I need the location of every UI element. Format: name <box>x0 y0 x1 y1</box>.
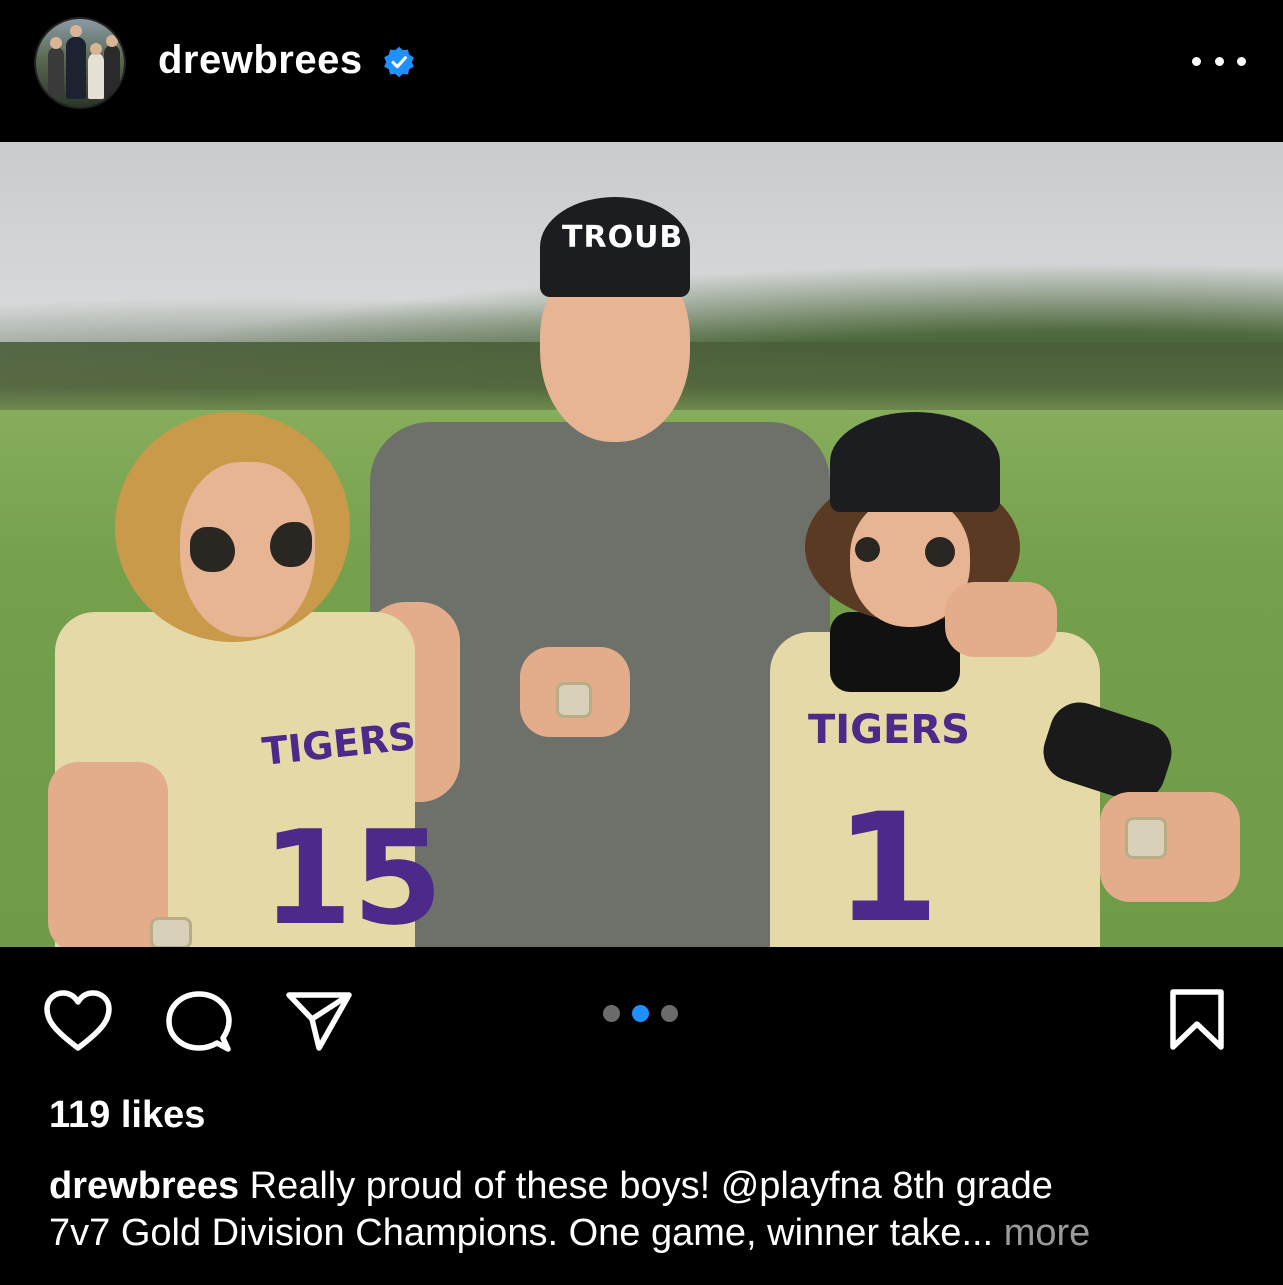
heart-icon[interactable] <box>43 990 113 1052</box>
avatar-figure <box>104 45 120 99</box>
caption-text-line2: 7v7 Gold Division Champions. One game, w… <box>49 1212 994 1254</box>
avatar-figure-head <box>50 37 62 49</box>
comment-bubble-icon[interactable] <box>165 990 233 1054</box>
right-jersey-text: TIGERS <box>808 707 970 753</box>
caption-more-link[interactable]: more <box>1004 1212 1091 1254</box>
profile-avatar[interactable] <box>34 17 126 109</box>
more-options-icon[interactable] <box>1192 52 1246 70</box>
avatar-figure <box>66 37 86 99</box>
paper-plane-icon[interactable] <box>285 990 353 1052</box>
carousel-dot <box>661 1005 678 1022</box>
post-photo[interactable]: TROUB TIGERS 15 TIGERS 1 <box>0 142 1283 947</box>
avatar-figure-head <box>90 43 102 55</box>
avatar-figure <box>48 47 64 97</box>
bookmark-icon[interactable] <box>1168 988 1226 1052</box>
cap-text: TROUB <box>562 220 684 255</box>
caption-username[interactable]: drewbrees <box>49 1165 239 1207</box>
verified-badge-icon <box>384 46 414 78</box>
post-header: drewbrees <box>0 0 1283 140</box>
left-jersey-number: 15 <box>262 802 443 947</box>
likes-count[interactable]: 119 likes <box>49 1094 205 1137</box>
post-caption: drewbrees Really proud of these boys! @p… <box>49 1163 1249 1257</box>
championship-ring <box>150 917 192 947</box>
carousel-dot <box>603 1005 620 1022</box>
carousel-dot-active <box>632 1005 649 1022</box>
carousel-indicator <box>603 1005 678 1022</box>
avatar-figure <box>88 53 104 99</box>
avatar-figure-head <box>70 25 82 37</box>
avatar-figure-head <box>106 35 118 47</box>
championship-ring <box>1125 817 1167 859</box>
caption-text-line1: Really proud of these boys! @playfna 8th… <box>249 1165 1053 1207</box>
right-jersey-number: 1 <box>835 782 940 947</box>
post-username[interactable]: drewbrees <box>158 38 363 83</box>
championship-ring <box>556 682 592 718</box>
